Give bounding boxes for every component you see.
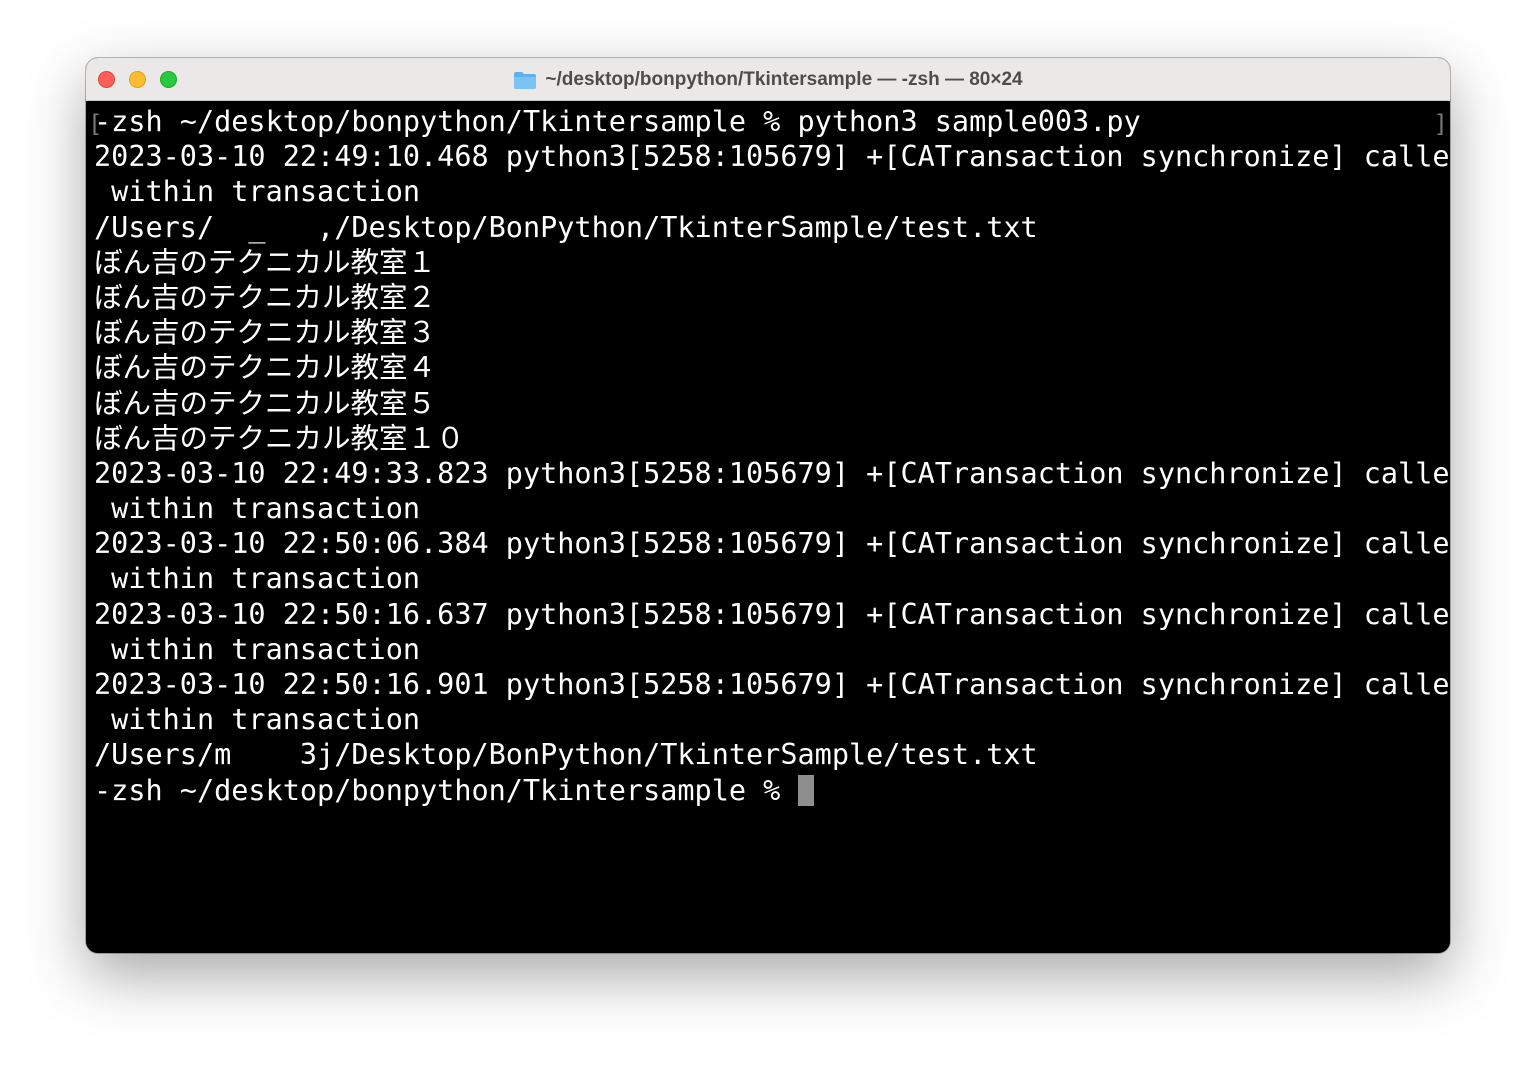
terminal-line: within transaction xyxy=(94,492,421,526)
title-bar[interactable]: ~/desktop/bonpython/Tkintersample — -zsh… xyxy=(86,58,1450,101)
terminal-line: within transaction xyxy=(94,703,421,737)
terminal-line: 2023-03-10 22:50:16.901 python3[5258:105… xyxy=(94,668,1450,701)
window-title: ~/desktop/bonpython/Tkintersample — -zsh… xyxy=(545,68,1023,90)
terminal-line: 2023-03-10 22:49:33.823 python3[5258:105… xyxy=(94,456,1450,490)
terminal-output[interactable]: [ ] -zsh ~/desktop/bonpython/Tkintersamp… xyxy=(86,101,1450,953)
terminal-line: -zsh ~/desktop/bonpython/Tkintersample %… xyxy=(94,105,1141,138)
terminal-line: ぼん吉のテクニカル教室１０ xyxy=(94,421,465,455)
terminal-line: within transaction xyxy=(94,175,421,209)
terminal-line: within transaction xyxy=(94,632,421,666)
terminal-prompt-line[interactable]: -zsh ~/desktop/bonpython/Tkintersample % xyxy=(94,773,1450,808)
terminal-line: ぼん吉のテクニカル教室４ xyxy=(94,351,437,385)
terminal-line: ぼん吉のテクニカル教室５ xyxy=(94,386,437,420)
folder-icon xyxy=(513,70,537,90)
mark-right: ] xyxy=(1433,110,1448,138)
terminal-prompt: -zsh ~/desktop/bonpython/Tkintersample % xyxy=(94,773,798,807)
terminal-line: within transaction xyxy=(94,562,421,596)
terminal-line: 2023-03-10 22:50:16.637 python3[5258:105… xyxy=(94,597,1450,631)
terminal-line: ぼん吉のテクニカル教室２ xyxy=(94,280,437,314)
terminal-line: 2023-03-10 22:50:06.384 python3[5258:105… xyxy=(94,527,1450,561)
text-cursor xyxy=(797,774,814,806)
window-title-container: ~/desktop/bonpython/Tkintersample — -zsh… xyxy=(86,58,1450,101)
terminal-lines: -zsh ~/desktop/bonpython/Tkintersample %… xyxy=(94,104,1450,773)
terminal-window: ~/desktop/bonpython/Tkintersample — -zsh… xyxy=(86,58,1450,953)
mark-left: [ xyxy=(88,110,103,138)
terminal-line: ぼん吉のテクニカル教室３ xyxy=(94,316,437,350)
terminal-line: ぼん吉のテクニカル教室１ xyxy=(94,245,437,279)
terminal-line: 2023-03-10 22:49:10.468 python3[5258:105… xyxy=(94,140,1450,174)
terminal-line: /Users/ _ ,/Desktop/BonPython/TkinterSam… xyxy=(94,210,1038,244)
terminal-line: /Users/m 3j/Desktop/BonPython/TkinterSam… xyxy=(94,738,1038,772)
